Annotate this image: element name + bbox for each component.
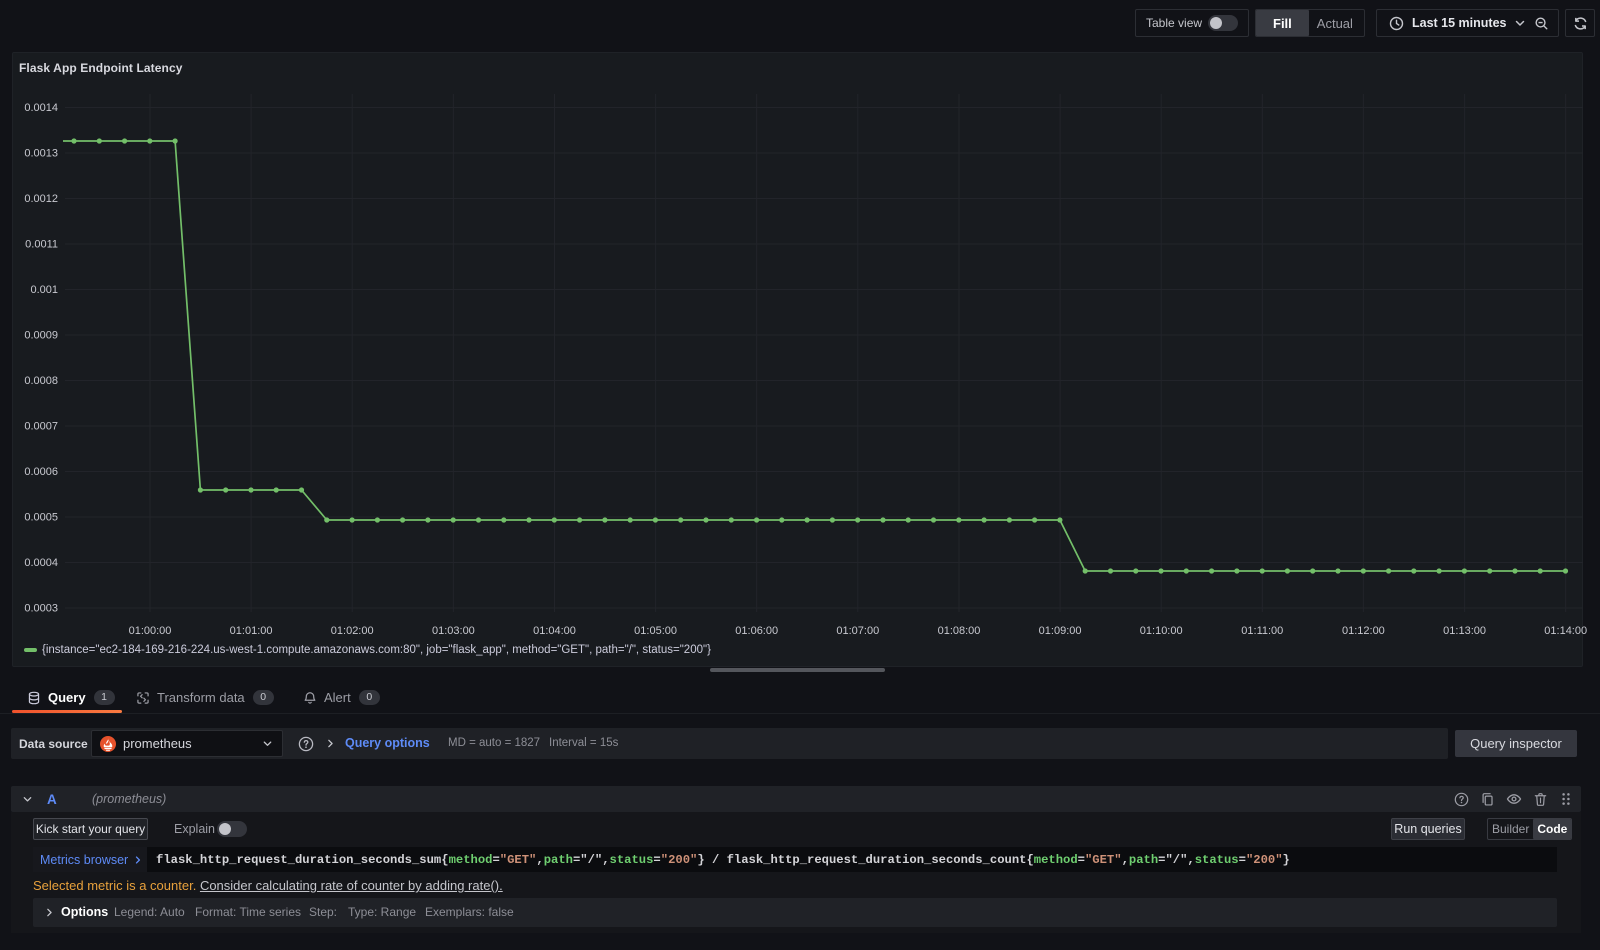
svg-text:01:01:00: 01:01:00 (230, 625, 273, 637)
svg-text:01:14:00: 01:14:00 (1544, 625, 1587, 637)
svg-text:01:06:00: 01:06:00 (735, 625, 778, 637)
svg-text:0.001: 0.001 (30, 284, 58, 296)
svg-text:0.0005: 0.0005 (24, 512, 58, 524)
svg-text:0.0011: 0.0011 (25, 239, 58, 251)
svg-text:0.0004: 0.0004 (24, 557, 58, 569)
svg-text:0.0003: 0.0003 (24, 603, 58, 615)
svg-text:01:00:00: 01:00:00 (129, 625, 172, 637)
svg-text:01:09:00: 01:09:00 (1039, 625, 1082, 637)
svg-text:01:13:00: 01:13:00 (1443, 625, 1486, 637)
svg-text:01:10:00: 01:10:00 (1140, 625, 1183, 637)
svg-text:0.0014: 0.0014 (24, 102, 58, 114)
svg-text:01:12:00: 01:12:00 (1342, 625, 1385, 637)
svg-text:0.0009: 0.0009 (24, 330, 58, 342)
svg-text:01:08:00: 01:08:00 (938, 625, 981, 637)
svg-text:0.0007: 0.0007 (24, 421, 58, 433)
svg-text:01:04:00: 01:04:00 (533, 625, 576, 637)
svg-text:0.0008: 0.0008 (24, 375, 58, 387)
svg-text:01:05:00: 01:05:00 (634, 625, 677, 637)
svg-text:0.0013: 0.0013 (24, 148, 58, 160)
svg-text:01:02:00: 01:02:00 (331, 625, 374, 637)
svg-text:01:07:00: 01:07:00 (836, 625, 879, 637)
svg-text:01:03:00: 01:03:00 (432, 625, 475, 637)
svg-text:0.0006: 0.0006 (24, 466, 58, 478)
svg-text:01:11:00: 01:11:00 (1241, 625, 1283, 637)
svg-text:0.0012: 0.0012 (24, 193, 58, 205)
